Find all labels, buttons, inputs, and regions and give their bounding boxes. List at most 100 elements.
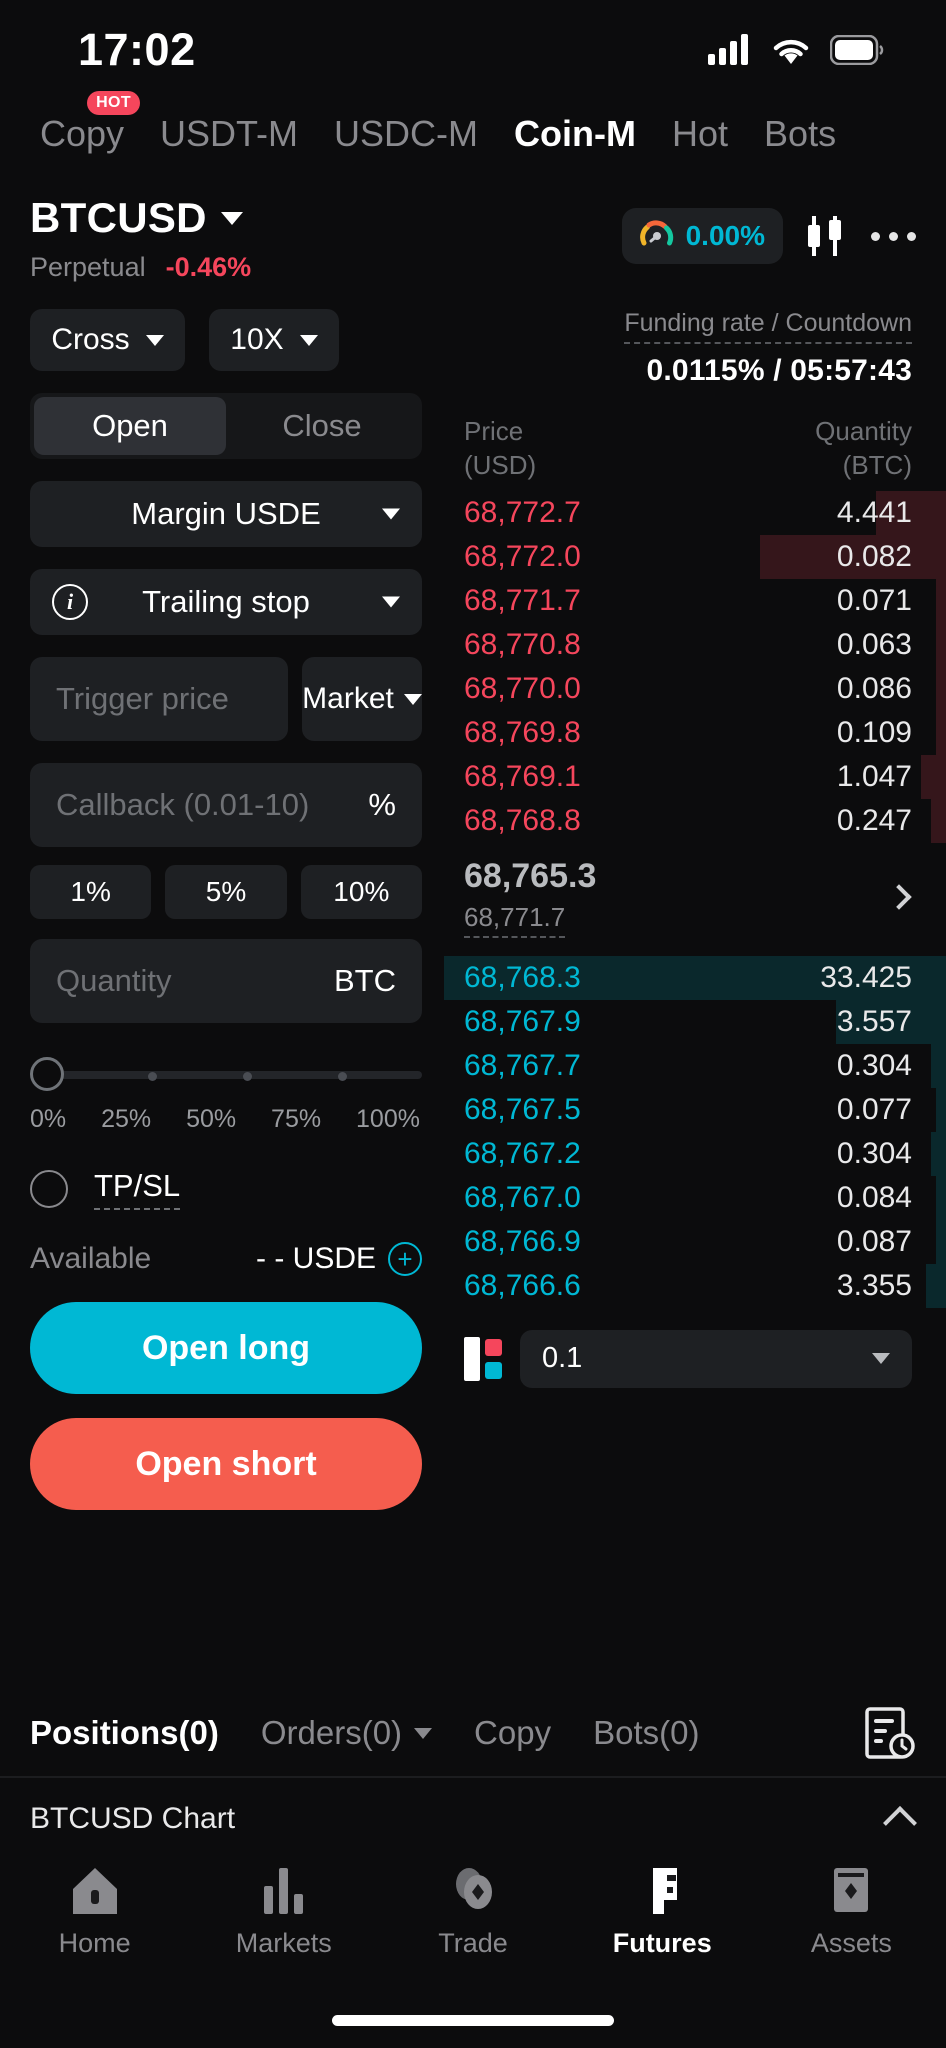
order-price: 68,767.0 bbox=[464, 1180, 581, 1214]
order-price: 68,771.7 bbox=[464, 583, 581, 617]
bid-row[interactable]: 68,767.0 0.084 bbox=[444, 1175, 946, 1220]
ask-row[interactable]: 68,769.8 0.109 bbox=[444, 710, 946, 755]
bid-row[interactable]: 68,767.2 0.304 bbox=[444, 1131, 946, 1176]
order-type-label: Trailing stop bbox=[142, 584, 310, 619]
tick-size-selector[interactable]: 0.1 bbox=[520, 1329, 912, 1388]
markets-bars-icon bbox=[263, 1868, 303, 1914]
leverage-button[interactable]: 10X bbox=[209, 309, 339, 371]
trigger-price-input[interactable]: Trigger price bbox=[30, 657, 288, 741]
trigger-price-row: Trigger price Market bbox=[30, 657, 422, 741]
margin-mode-button[interactable]: Cross bbox=[30, 309, 185, 371]
ask-row[interactable]: 68,772.0 0.082 bbox=[444, 534, 946, 579]
ask-row[interactable]: 68,772.7 4.441 bbox=[444, 490, 946, 535]
bottom-navigation[interactable]: Home Markets Trade Futures Assets bbox=[0, 1856, 946, 1986]
chevron-down-icon bbox=[403, 693, 422, 705]
ask-row[interactable]: 68,770.8 0.063 bbox=[444, 622, 946, 667]
tab-copy-positions[interactable]: Copy bbox=[474, 1714, 551, 1752]
chevron-down-icon bbox=[145, 334, 164, 346]
callback-preset-1[interactable]: 1% bbox=[30, 865, 152, 919]
depth-bar bbox=[935, 710, 946, 755]
chart-bar[interactable]: BTCUSD Chart bbox=[0, 1776, 946, 1862]
slider-label-75: 75% bbox=[271, 1105, 322, 1133]
tab-orders[interactable]: Orders(0) bbox=[260, 1714, 433, 1752]
order-qty: 0.063 bbox=[836, 627, 912, 661]
margin-asset-selector[interactable]: Margin USDE bbox=[30, 481, 422, 547]
candlestick-icon[interactable] bbox=[807, 214, 847, 258]
tab-copy[interactable]: Copy HOT bbox=[22, 91, 142, 155]
info-icon[interactable]: i bbox=[52, 584, 88, 620]
tab-hot[interactable]: Hot bbox=[654, 113, 746, 155]
positions-tabs[interactable]: Positions(0) Orders(0) Copy Bots(0) bbox=[0, 1690, 946, 1776]
bid-row[interactable]: 68,766.6 3.355 bbox=[444, 1263, 946, 1308]
tab-bots[interactable]: Bots bbox=[746, 113, 854, 155]
more-dots-icon[interactable] bbox=[871, 231, 916, 241]
order-type-selector[interactable]: i Trailing stop bbox=[30, 569, 422, 635]
tab-close[interactable]: Close bbox=[226, 397, 418, 455]
wifi-icon bbox=[773, 39, 809, 64]
bid-row[interactable]: 68,767.7 0.304 bbox=[444, 1043, 946, 1088]
tab-positions[interactable]: Positions(0) bbox=[30, 1714, 219, 1752]
tab-open[interactable]: Open bbox=[34, 397, 226, 455]
chevron-right-icon[interactable] bbox=[886, 884, 912, 910]
nav-markets[interactable]: Markets bbox=[189, 1864, 378, 1959]
callback-input[interactable]: Callback (0.01-10) % bbox=[30, 763, 422, 847]
price-change-pct: -0.46% bbox=[165, 252, 252, 282]
tab-bots-positions-label: Bots(0) bbox=[593, 1714, 700, 1751]
ask-row[interactable]: 68,770.0 0.086 bbox=[444, 666, 946, 711]
bid-row[interactable]: 68,767.9 3.557 bbox=[444, 999, 946, 1044]
callback-suffix: % bbox=[368, 787, 396, 822]
nav-assets[interactable]: Assets bbox=[757, 1864, 946, 1959]
bid-row[interactable]: 68,768.3 33.425 bbox=[444, 955, 946, 1000]
leverage-label: 10X bbox=[230, 323, 284, 356]
plus-circle-icon[interactable]: + bbox=[388, 1242, 422, 1276]
ask-row[interactable]: 68,769.1 1.047 bbox=[444, 754, 946, 799]
slider-label-25: 25% bbox=[101, 1105, 152, 1133]
order-history-icon[interactable] bbox=[864, 1705, 916, 1761]
callback-preset-10[interactable]: 10% bbox=[300, 865, 422, 919]
col-price-unit: (USD) bbox=[464, 450, 537, 481]
symbol-actions: 0.00% bbox=[621, 194, 916, 264]
nav-futures[interactable]: Futures bbox=[568, 1864, 757, 1959]
chevron-down-icon bbox=[299, 334, 318, 346]
order-qty: 0.071 bbox=[836, 583, 912, 617]
nav-trade[interactable]: Trade bbox=[378, 1864, 567, 1959]
depth-bar bbox=[930, 798, 946, 843]
app-screen: 17:02 Copy HOT USDT-M USDC-M Coin-M Hot … bbox=[0, 0, 946, 2048]
funding-rate-block[interactable]: Funding rate / Countdown 0.0115% / 05:57… bbox=[444, 283, 946, 388]
depth-bar bbox=[925, 1263, 946, 1308]
price-mode-label: Market bbox=[302, 682, 394, 715]
bid-rows[interactable]: 68,768.3 33.425 68,767.9 3.557 68,767.7 0.304… bbox=[444, 955, 946, 1308]
ask-row[interactable]: 68,768.8 0.247 bbox=[444, 798, 946, 843]
tab-orders-label: Orders(0) bbox=[260, 1714, 403, 1751]
tab-bots-positions[interactable]: Bots(0) bbox=[593, 1714, 699, 1752]
gauge-button[interactable]: 0.00% bbox=[621, 208, 783, 264]
symbol-info[interactable]: BTCUSD Perpetual -0.46% bbox=[30, 194, 251, 283]
nav-home[interactable]: Home bbox=[0, 1864, 189, 1959]
chevron-up-icon[interactable] bbox=[883, 1806, 917, 1840]
tab-coin-m[interactable]: Coin-M bbox=[496, 113, 654, 155]
order-qty: 4.441 bbox=[836, 495, 912, 529]
bid-row[interactable]: 68,767.5 0.077 bbox=[444, 1087, 946, 1132]
open-short-button[interactable]: Open short bbox=[30, 1418, 422, 1510]
market-type-tabs[interactable]: Copy HOT USDT-M USDC-M Coin-M Hot Bots bbox=[0, 91, 946, 168]
tpsl-radio[interactable] bbox=[30, 1170, 68, 1208]
tab-usdc-m[interactable]: USDC-M bbox=[316, 113, 496, 155]
ask-rows[interactable]: 68,772.7 4.441 68,772.0 0.082 68,771.7 0.071 6… bbox=[444, 490, 946, 843]
tpsl-toggle[interactable]: TP/SL bbox=[30, 1168, 430, 1210]
open-long-button[interactable]: Open long bbox=[30, 1302, 422, 1394]
bid-row[interactable]: 68,766.9 0.087 bbox=[444, 1219, 946, 1264]
tab-usdt-m[interactable]: USDT-M bbox=[142, 113, 316, 155]
last-price-row[interactable]: 68,765.3 68,771.7 bbox=[444, 843, 946, 948]
order-qty: 0.304 bbox=[836, 1048, 912, 1082]
open-close-segment[interactable]: Open Close bbox=[30, 393, 422, 459]
quantity-slider[interactable] bbox=[30, 1057, 422, 1091]
slider-handle[interactable] bbox=[30, 1057, 64, 1091]
callback-preset-5[interactable]: 5% bbox=[165, 865, 287, 919]
price-mode-selector[interactable]: Market bbox=[302, 657, 422, 741]
assets-wallet-icon bbox=[834, 1868, 869, 1912]
status-icons bbox=[708, 34, 884, 66]
quantity-input[interactable]: Quantity BTC bbox=[30, 939, 422, 1023]
symbol-selector[interactable]: BTCUSD bbox=[30, 194, 251, 242]
ask-row[interactable]: 68,771.7 0.071 bbox=[444, 578, 946, 623]
orderbook-depth-icon[interactable] bbox=[464, 1336, 502, 1381]
